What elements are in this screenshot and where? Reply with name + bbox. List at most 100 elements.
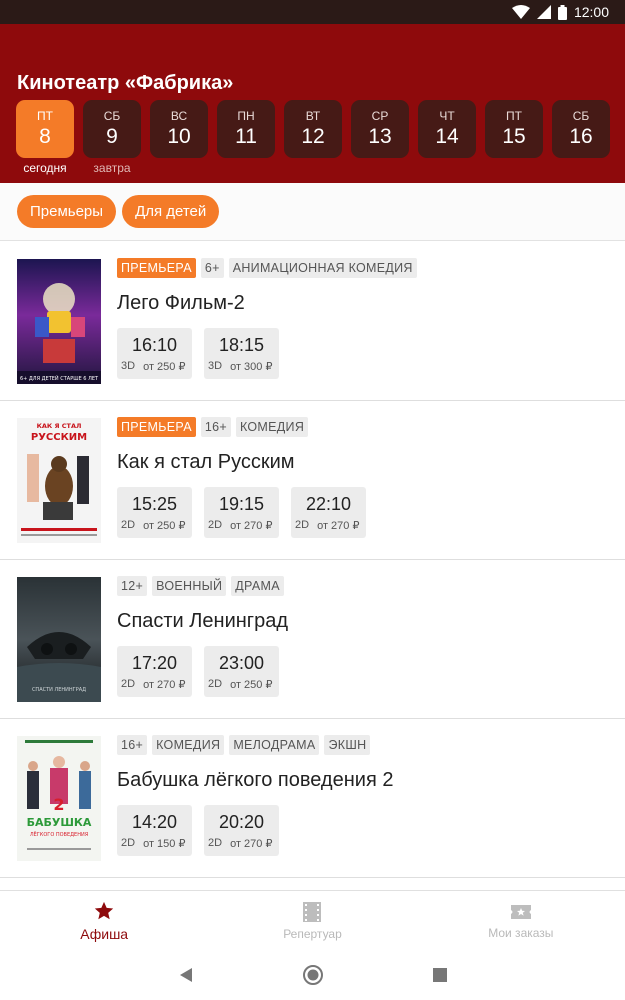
session-format: 2D bbox=[295, 519, 310, 531]
session-button[interactable]: 18:15 3D от 300 ₽ bbox=[204, 328, 279, 379]
session-button[interactable]: 22:10 2D от 270 ₽ bbox=[291, 487, 366, 538]
session-list: 16:10 3D от 250 ₽ 18:15 3D от 300 ₽ bbox=[117, 328, 613, 379]
session-time: 18:15 bbox=[218, 335, 265, 355]
nav-my-orders[interactable]: Мои заказы bbox=[417, 891, 625, 950]
bottom-navigation: Афиша Репертуар Мои заказы bbox=[0, 890, 625, 950]
day-tab-8[interactable]: ПТ 8 сегодня bbox=[16, 100, 74, 175]
page-title: Кинотеатр «Фабрика» bbox=[17, 72, 234, 94]
session-meta: 2D от 270 ₽ bbox=[295, 519, 366, 532]
session-meta: 2D от 270 ₽ bbox=[121, 678, 192, 691]
filter-kids-chip[interactable]: Для детей bbox=[122, 195, 220, 228]
film-icon bbox=[303, 901, 322, 922]
session-price: от 250 ₽ bbox=[230, 679, 273, 691]
movie-title[interactable]: Лего Фильм-2 bbox=[117, 290, 613, 316]
genre-tag: КОМЕДИЯ bbox=[235, 417, 309, 437]
session-price: от 270 ₽ bbox=[230, 838, 273, 850]
session-format: 2D bbox=[121, 678, 136, 690]
poster-caption: ЛЁГКОГО ПОВЕДЕНИЯ bbox=[30, 831, 88, 838]
day-number: 10 bbox=[167, 124, 191, 148]
session-button[interactable]: 20:20 2D от 270 ₽ bbox=[204, 805, 279, 856]
session-meta: 2D от 150 ₽ bbox=[121, 837, 192, 850]
session-button[interactable]: 14:20 2D от 150 ₽ bbox=[117, 805, 192, 856]
day-caption: завтра bbox=[93, 161, 131, 175]
day-box[interactable]: СР 13 bbox=[351, 100, 409, 158]
movie-card[interactable]: КАК Я СТАЛ РУССКИМ ПРЕМЬЕРА 16+ КОМЕДИЯ … bbox=[0, 401, 625, 560]
nav-repertoire[interactable]: Репертуар bbox=[208, 891, 416, 950]
day-tab-9[interactable]: СБ 9 завтра bbox=[83, 100, 141, 175]
day-tab-11[interactable]: ПН 11 bbox=[217, 100, 275, 175]
day-box[interactable]: СБ 16 bbox=[552, 100, 610, 158]
session-meta: 2D от 270 ₽ bbox=[208, 519, 279, 532]
age-rating-tag: 16+ bbox=[117, 735, 148, 755]
movie-card[interactable]: СПАСТИ ЛЕНИНГРАД 12+ ВОЕННЫЙ ДРАМА Спаст… bbox=[0, 560, 625, 719]
session-format: 2D bbox=[121, 837, 136, 849]
session-button[interactable]: 17:20 2D от 270 ₽ bbox=[117, 646, 192, 697]
movie-poster[interactable]: КАК Я СТАЛ РУССКИМ bbox=[17, 418, 101, 543]
movie-poster[interactable]: 6+ ДЛЯ ДЕТЕЙ СТАРШЕ 6 ЛЕТ bbox=[17, 259, 101, 384]
recents-icon[interactable] bbox=[432, 968, 447, 982]
session-time: 23:00 bbox=[218, 653, 265, 673]
filter-premieres-chip[interactable]: Премьеры bbox=[17, 195, 117, 228]
day-tab-10[interactable]: ВС 10 bbox=[150, 100, 208, 175]
age-rating-tag: 16+ bbox=[200, 417, 231, 437]
day-box[interactable]: ВТ 12 bbox=[284, 100, 342, 158]
movie-title[interactable]: Как я стал Русским bbox=[117, 449, 613, 475]
age-rating-tag: 12+ bbox=[117, 576, 148, 596]
nav-label: Афиша bbox=[80, 925, 129, 942]
movie-list: 6+ ДЛЯ ДЕТЕЙ СТАРШЕ 6 ЛЕТ ПРЕМЬЕРА 6+ АН… bbox=[0, 242, 625, 878]
session-list: 17:20 2D от 270 ₽ 23:00 2D от 250 ₽ bbox=[117, 646, 613, 697]
session-time: 19:15 bbox=[218, 494, 265, 514]
day-weekday: ПТ bbox=[37, 108, 53, 123]
movie-tags: 16+ КОМЕДИЯ МЕЛОДРАМА ЭКШН bbox=[117, 735, 613, 755]
home-icon[interactable] bbox=[302, 965, 323, 985]
day-number: 8 bbox=[39, 124, 51, 148]
day-box[interactable]: СБ 9 bbox=[83, 100, 141, 158]
genre-tag: ВОЕННЫЙ bbox=[152, 576, 227, 596]
day-box[interactable]: ЧТ 14 bbox=[418, 100, 476, 158]
day-tab-14[interactable]: ЧТ 14 bbox=[418, 100, 476, 175]
day-box[interactable]: ПН 11 bbox=[217, 100, 275, 158]
movie-title[interactable]: Бабушка лёгкого поведения 2 bbox=[117, 767, 613, 793]
session-price: от 270 ₽ bbox=[143, 679, 186, 691]
genre-tag: КОМЕДИЯ bbox=[152, 735, 225, 755]
movie-card[interactable]: 6+ ДЛЯ ДЕТЕЙ СТАРШЕ 6 ЛЕТ ПРЕМЬЕРА 6+ АН… bbox=[0, 242, 625, 401]
day-weekday: ПТ bbox=[506, 108, 522, 123]
day-caption: сегодня bbox=[23, 161, 67, 175]
day-number: 14 bbox=[435, 124, 459, 148]
session-price: от 300 ₽ bbox=[230, 361, 273, 373]
day-tab-15[interactable]: ПТ 15 bbox=[485, 100, 543, 175]
movie-card[interactable]: 2 БАБУШКА ЛЁГКОГО ПОВЕДЕНИЯ 16+ КОМЕДИЯ … bbox=[0, 719, 625, 878]
movie-poster[interactable]: СПАСТИ ЛЕНИНГРАД bbox=[17, 577, 101, 702]
session-button[interactable]: 19:15 2D от 270 ₽ bbox=[204, 487, 279, 538]
session-list: 14:20 2D от 150 ₽ 20:20 2D от 270 ₽ bbox=[117, 805, 613, 856]
day-box[interactable]: ПТ 15 bbox=[485, 100, 543, 158]
day-number: 9 bbox=[106, 124, 118, 148]
app-header: Кинотеатр «Фабрика» ПТ 8 сегодня СБ 9 за… bbox=[0, 24, 625, 183]
session-button[interactable]: 15:25 2D от 250 ₽ bbox=[117, 487, 192, 538]
movie-title[interactable]: Спасти Ленинград bbox=[117, 608, 613, 634]
ticket-icon bbox=[510, 904, 531, 919]
day-tab-12[interactable]: ВТ 12 bbox=[284, 100, 342, 175]
day-box[interactable]: ПТ 8 bbox=[16, 100, 74, 158]
nav-label: Репертуар bbox=[283, 926, 342, 941]
movie-poster[interactable]: 2 БАБУШКА ЛЁГКОГО ПОВЕДЕНИЯ bbox=[17, 736, 101, 861]
back-icon[interactable] bbox=[179, 967, 193, 983]
session-format: 3D bbox=[208, 360, 223, 372]
day-weekday: ВТ bbox=[305, 108, 321, 123]
day-box[interactable]: ВС 10 bbox=[150, 100, 208, 158]
session-price: от 250 ₽ bbox=[143, 520, 186, 532]
nav-afisha[interactable]: Афиша bbox=[0, 891, 208, 950]
babushka-poster-art: 2 БАБУШКА ЛЁГКОГО ПОВЕДЕНИЯ bbox=[17, 736, 101, 861]
session-button[interactable]: 23:00 2D от 250 ₽ bbox=[204, 646, 279, 697]
leningrad-poster-art: СПАСТИ ЛЕНИНГРАД bbox=[17, 577, 101, 702]
wifi-icon bbox=[511, 5, 530, 19]
session-meta: 2D от 250 ₽ bbox=[208, 678, 279, 691]
session-button[interactable]: 16:10 3D от 250 ₽ bbox=[117, 328, 192, 379]
day-tab-16[interactable]: СБ 16 bbox=[552, 100, 610, 175]
premiere-tag: ПРЕМЬЕРА bbox=[117, 417, 196, 437]
session-format: 2D bbox=[121, 519, 136, 531]
star-icon bbox=[94, 901, 114, 919]
premiere-tag: ПРЕМЬЕРА bbox=[117, 258, 196, 278]
day-weekday: СБ bbox=[103, 108, 121, 123]
day-tab-13[interactable]: СР 13 bbox=[351, 100, 409, 175]
